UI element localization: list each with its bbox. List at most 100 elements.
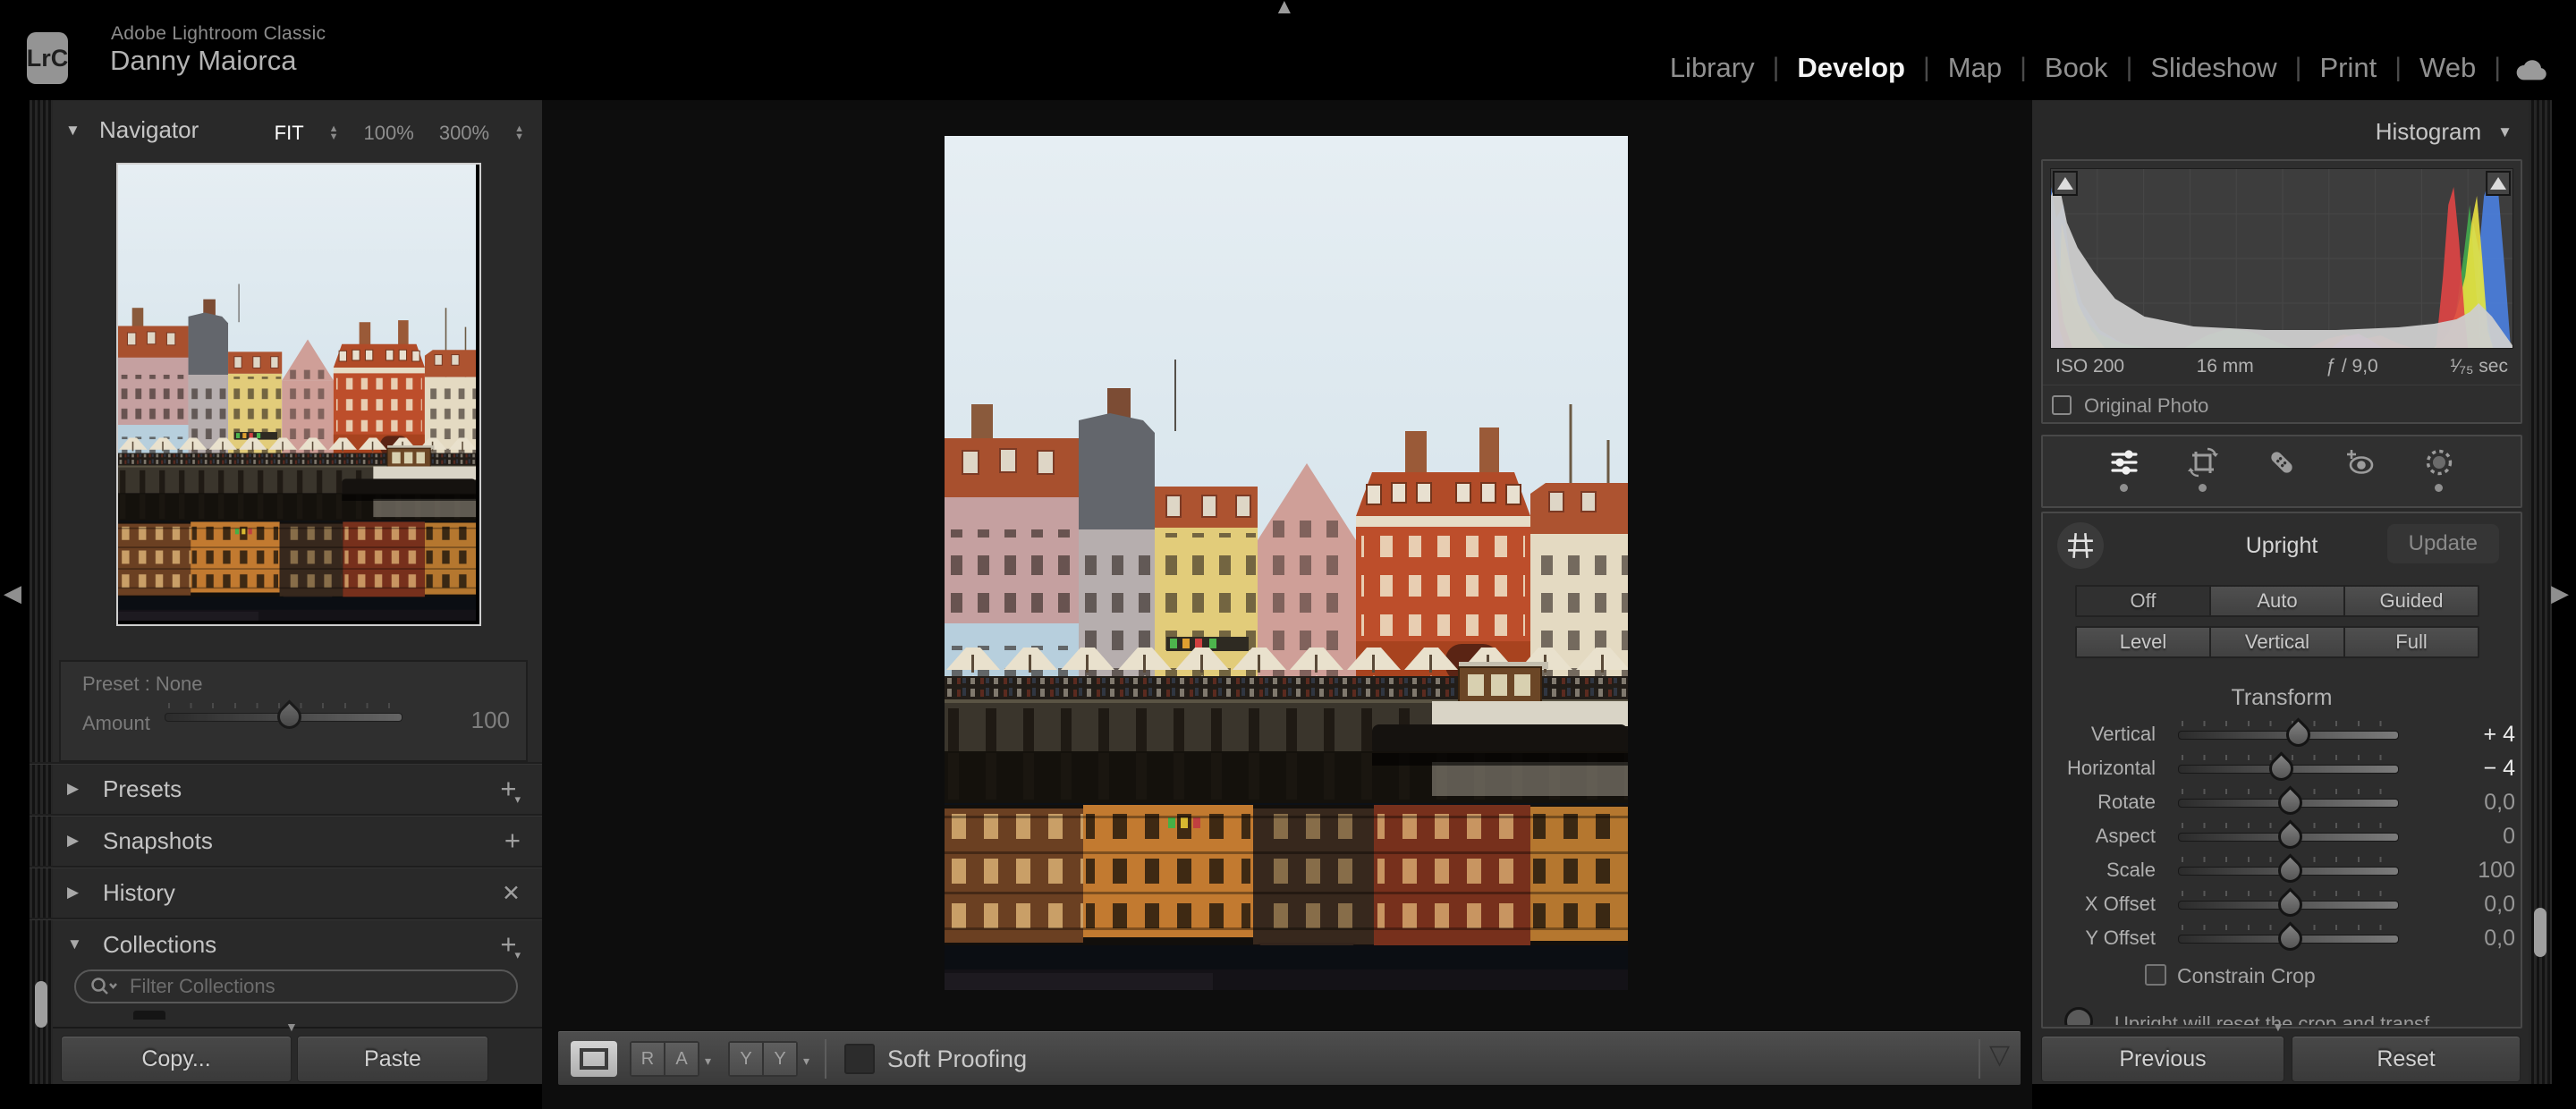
left-panel-end-caret[interactable]: ▼ [285,1020,298,1034]
upright-mode-full[interactable]: Full [2345,628,2478,656]
zoom-300-button[interactable]: 300% [439,122,489,145]
identity-plate-user[interactable]: Danny Maiorca [110,45,296,77]
info-toggle-icon[interactable] [2064,1007,2093,1025]
slider-track[interactable] [2178,887,2399,922]
slider-track[interactable] [2178,717,2399,752]
upright-mode-level[interactable]: Level [2077,628,2209,656]
before-view-y[interactable]: Y [730,1043,762,1075]
module-tab-book[interactable]: Book [2045,52,2108,84]
slider-track[interactable] [2178,853,2399,888]
constrain-crop-checkbox[interactable] [2145,964,2166,986]
after-view-y[interactable]: Y [764,1043,796,1075]
update-button[interactable]: Update [2386,524,2499,563]
tool-crop-icon[interactable] [2188,447,2218,492]
navigator-preview[interactable] [116,163,481,626]
slider-track[interactable] [2178,921,2399,956]
module-tab-slideshow[interactable]: Slideshow [2150,52,2276,84]
section-action-plus-icon[interactable]: + [504,825,521,857]
section-action-plus-menu-icon[interactable]: +▾ [500,773,521,807]
slider-track[interactable] [2178,819,2399,854]
right-panel-end-caret[interactable]: ▼ [2272,1020,2284,1034]
exif-iso: ISO 200 [2055,356,2125,377]
tool-mask-icon[interactable] [2424,447,2454,492]
upright-mode-vertical[interactable]: Vertical [2211,628,2343,656]
section-title: Snapshots [103,827,213,854]
section-action-plus-menu-icon[interactable]: +▾ [500,928,521,962]
histogram-disclosure-triangle[interactable]: ▼ [2497,123,2512,141]
soft-proofing-checkbox[interactable] [844,1044,875,1074]
navigator-title[interactable]: Navigator [99,116,199,144]
reference-view-button[interactable]: R A [630,1041,699,1077]
module-tab-develop[interactable]: Develop [1797,52,1905,84]
previous-button[interactable]: Previous [2041,1036,2284,1082]
reference-view-caret[interactable]: ▾ [705,1054,711,1069]
upright-mode-grid: Off Auto Guided Level Vertical Full [2075,585,2479,667]
paste-button[interactable]: Paste [297,1036,488,1082]
reference-view-a[interactable]: A [665,1043,698,1075]
slider-row-vertical: Vertical + 4 [2050,717,2515,752]
zoom-fit-button[interactable]: FIT [275,122,304,145]
exif-row: ISO 200 16 mm ƒ / 9,0 ¹⁄₇₅ sec [2055,356,2508,377]
cloud-sync-icon[interactable] [2513,55,2549,85]
section-header-snapshots[interactable]: ▶ Snapshots + [30,814,542,866]
menu-caret-icon: ▾ [514,948,521,961]
slider-value: − 4 [2483,755,2515,781]
photo[interactable] [945,136,1628,990]
section-action-clear-icon[interactable]: ✕ [502,880,521,907]
module-tab-print[interactable]: Print [2319,52,2377,84]
upright-mode-auto[interactable]: Auto [2211,587,2343,615]
module-tab-map[interactable]: Map [1948,52,2002,84]
highlight-clipping-indicator [2486,171,2512,196]
loupe-view-button[interactable] [571,1041,617,1077]
reference-view-r[interactable]: R [631,1043,664,1075]
reset-button[interactable]: Reset [2292,1036,2521,1082]
top-panel-reveal-arrow[interactable]: ▲ [1274,0,1295,20]
copy-button[interactable]: Copy... [61,1036,292,1082]
left-panel-collapse-arrow[interactable]: ◀ [4,580,21,607]
navigator-disclosure-triangle[interactable]: ▼ [65,122,80,140]
filter-collections-input[interactable] [128,974,471,999]
tool-heal-icon[interactable] [2267,447,2297,492]
lrc-logo: LrC [27,32,68,84]
separator: | [2020,53,2027,82]
navigator-preview-image [117,164,477,622]
amount-slider[interactable] [165,699,402,734]
original-photo-checkbox[interactable] [2052,395,2072,415]
zoom-100-button[interactable]: 100% [364,122,414,145]
disclosure-triangle[interactable]: ▶ [67,780,79,798]
section-header-history[interactable]: ▶ History ✕ [30,866,542,918]
upright-mode-guided[interactable]: Guided [2345,587,2478,615]
upright-mode-row: Level Vertical Full [2075,626,2479,658]
amount-label: Amount [82,712,150,734]
constrain-crop-label: Constrain Crop [2177,964,2316,987]
zoom-stepper-icon[interactable]: ▲ ▼ [514,124,524,142]
histogram-header[interactable]: Histogram ▼ [2376,118,2512,146]
right-panel-collapse-arrow[interactable]: ▶ [2551,580,2569,607]
tool-red-eye-icon[interactable] [2345,447,2376,492]
right-panel: Histogram ▼ ISO 200 16 mm ƒ / 9,0 ¹⁄₇₅ s… [2032,100,2552,1084]
slider-track[interactable] [2178,785,2399,820]
disclosure-triangle[interactable]: ▶ [67,832,79,850]
slider-label: Y Offset [2085,927,2156,949]
zoom-stepper-icon[interactable]: ▲ ▼ [329,124,339,142]
preset-name-label: Preset : None [82,673,203,695]
toolbar-options-caret[interactable]: ▽ [1989,1039,2010,1071]
tool-edit-icon[interactable] [2109,447,2140,492]
upright-mode-off[interactable]: Off [2077,587,2209,615]
slider-track[interactable] [2178,751,2399,786]
disclosure-triangle[interactable]: ▼ [67,935,82,953]
before-after-view-button[interactable]: Y Y [728,1041,798,1077]
before-after-caret[interactable]: ▾ [803,1054,809,1069]
exif-shutter: ¹⁄₇₅ sec [2450,356,2508,377]
slider-row-scale: Scale 100 [2050,853,2515,888]
section-header-presets[interactable]: ▶ Presets +▾ [30,762,542,814]
section-header-collections[interactable]: ▼ Collections +▾ [30,918,542,969]
right-scrollbar-thumb[interactable] [2534,908,2546,957]
disclosure-triangle[interactable]: ▶ [67,884,79,902]
filter-collections-field[interactable] [74,969,518,1003]
module-tab-library[interactable]: Library [1670,52,1755,84]
left-scrollbar-thumb[interactable] [35,981,47,1028]
histogram-canvas[interactable] [2050,168,2513,349]
module-tab-web[interactable]: Web [2419,52,2476,84]
menu-caret-icon: ▾ [514,792,521,806]
